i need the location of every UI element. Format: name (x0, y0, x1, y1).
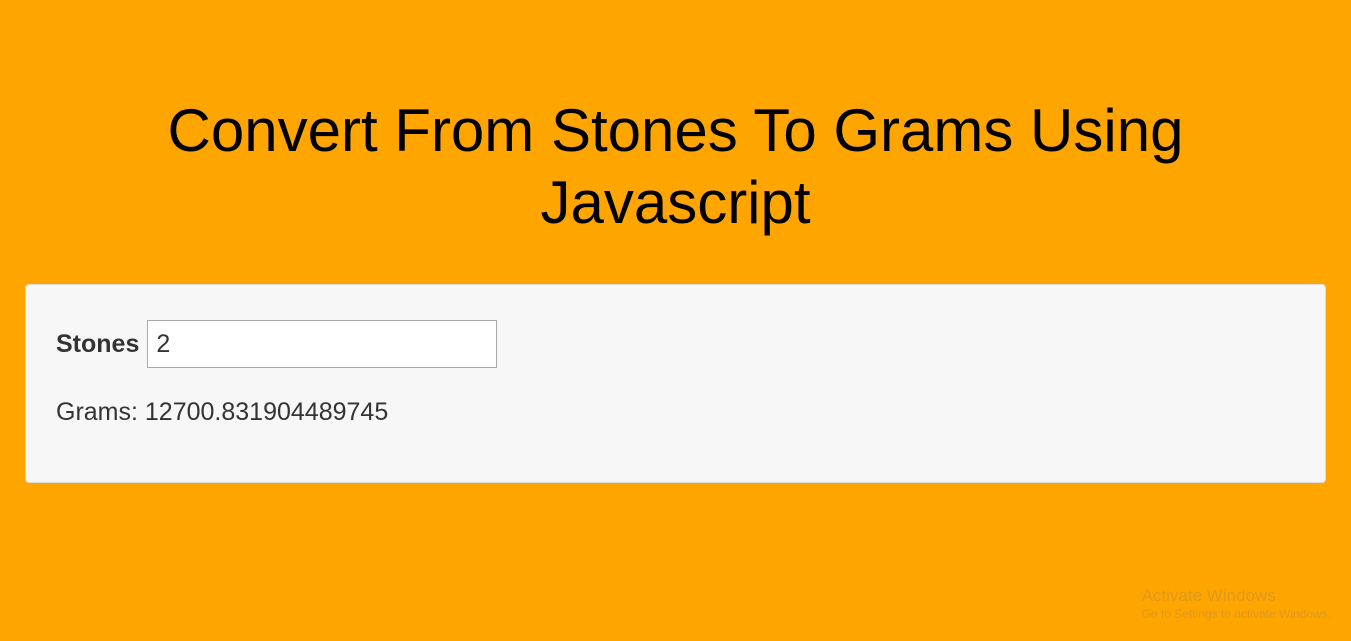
watermark-subtitle: Go to Settings to activate Windows. (1142, 607, 1331, 623)
result-label: Grams: (56, 398, 138, 426)
converter-panel: Stones Grams: 12700.831904489745 (25, 284, 1326, 483)
input-row: Stones (56, 320, 1295, 368)
watermark-title: Activate Windows (1142, 585, 1331, 607)
result-value: 12700.831904489745 (145, 398, 388, 426)
windows-activation-watermark: Activate Windows Go to Settings to activ… (1142, 585, 1331, 623)
result-row: Grams: 12700.831904489745 (56, 398, 1295, 427)
page-title: Convert From Stones To Grams Using Javas… (0, 0, 1351, 279)
stones-input[interactable] (147, 320, 497, 368)
stones-label: Stones (56, 330, 139, 359)
